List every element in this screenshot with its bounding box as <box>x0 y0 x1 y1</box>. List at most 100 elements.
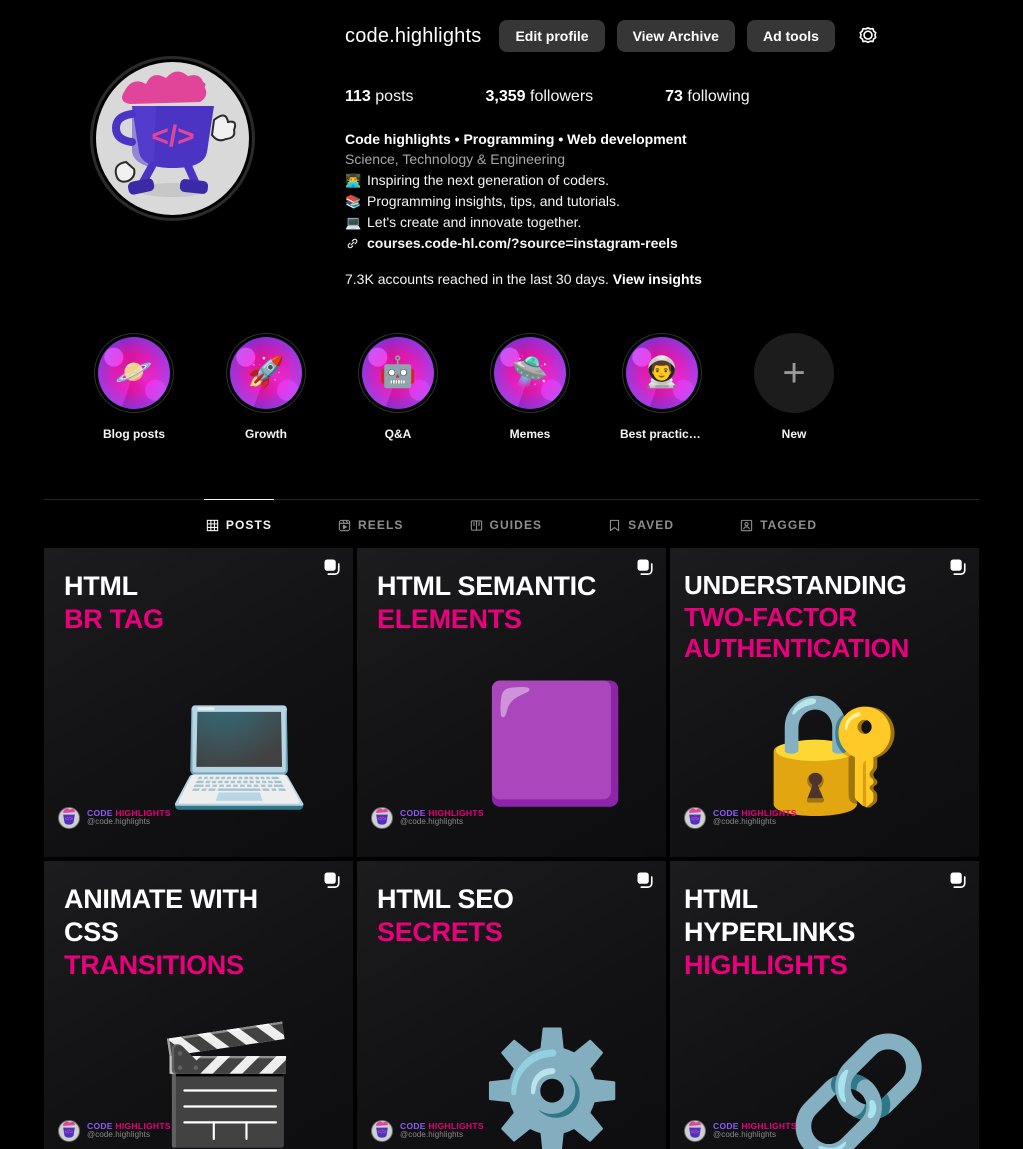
highlight-ring: 👨‍🚀 <box>622 333 702 413</box>
watermark-avatar: </> <box>684 1120 706 1142</box>
highlight-cover: 🛸 <box>494 337 566 409</box>
post-title-pink: HIGHLIGHTS <box>684 949 848 980</box>
username-and-actions-row: code.highlights Edit profile View Archiv… <box>345 18 1003 54</box>
bio-line-text: Let's create and innovate together. <box>367 214 582 230</box>
post-tile[interactable]: HTML BR TAG 💻 </> CODE HIGHLIGHTS @code.… <box>44 548 353 857</box>
following-count[interactable]: 73 following <box>665 88 750 106</box>
post-tile[interactable]: HTML SEO SECRETS ⚙️ </> CODE HIGHLIGHTS … <box>357 861 666 1149</box>
post-artwork: 🎬 <box>155 1020 299 1149</box>
profile-bio: Code highlights • Programming • Web deve… <box>345 130 1003 253</box>
svg-text:</>: </> <box>65 817 74 823</box>
tab-posts[interactable]: POSTS <box>203 499 275 548</box>
coder-emoji-icon: 👨‍💻 <box>345 173 362 188</box>
plus-icon[interactable]: + <box>754 333 834 413</box>
highlight-cover: 🤖 <box>362 337 434 409</box>
tagged-icon <box>740 519 753 532</box>
svg-text:</>: </> <box>691 1130 700 1136</box>
highlight-qa[interactable]: 🤖 Q&A <box>356 333 440 441</box>
post-artwork: 🔗 <box>787 1033 931 1149</box>
bio-line-text: Inspiring the next generation of coders. <box>367 172 610 188</box>
grid-icon <box>206 519 219 532</box>
laptop-emoji-icon: 💻 <box>345 215 362 230</box>
insights-row: 7.3K accounts reached in the last 30 day… <box>345 271 1003 287</box>
bio-link-text[interactable]: courses.code-hl.com/?source=instagram-re… <box>367 234 678 253</box>
profile-avatar[interactable]: </> <box>90 56 255 221</box>
highlight-cover: 🚀 <box>230 337 302 409</box>
profile-info-column: code.highlights Edit profile View Archiv… <box>345 18 1023 287</box>
highlight-new[interactable]: + New <box>752 333 836 441</box>
highlight-ring: 🛸 <box>490 333 570 413</box>
post-title-white: HTML SEMANTIC <box>377 571 597 601</box>
view-archive-button[interactable]: View Archive <box>616 20 735 52</box>
link-icon <box>345 234 360 250</box>
posts-count-label: posts <box>375 88 414 105</box>
tab-guides[interactable]: GUIDES <box>468 499 545 548</box>
watermark-text: CODE HIGHLIGHTS @code.highlights <box>87 809 171 827</box>
watermark-avatar: </> <box>371 807 393 829</box>
bio-display-name: Code highlights • Programming • Web deve… <box>345 131 687 147</box>
ad-tools-button[interactable]: Ad tools <box>746 20 835 52</box>
edit-profile-button[interactable]: Edit profile <box>499 20 605 52</box>
svg-text:</>: </> <box>378 1130 387 1136</box>
post-tile[interactable]: UNDERSTANDING TWO-FACTOR AUTHENTICATION … <box>670 548 979 857</box>
tab-reels[interactable]: REELS <box>336 499 406 548</box>
highlight-memes[interactable]: 🛸 Memes <box>488 333 572 441</box>
highlight-label: Blog posts <box>103 427 165 441</box>
post-watermark: </> CODE HIGHLIGHTS @code.highlights <box>371 1120 484 1142</box>
post-title-white: UNDERSTANDING <box>684 570 907 600</box>
post-tile[interactable]: HTML HYPERLINKS HIGHLIGHTS 🔗 </> CODE HI… <box>670 861 979 1149</box>
profile-header: </> code.highlights Edit profile View Ar… <box>0 0 1023 287</box>
post-tile[interactable]: ANIMATE WITH CSS TRANSITIONS 🎬 </> CODE … <box>44 861 353 1149</box>
highlight-blog-posts[interactable]: 🪐 Blog posts <box>92 333 176 441</box>
watermark-avatar: </> <box>371 1120 393 1142</box>
bio-category: Science, Technology & Engineering <box>345 151 566 167</box>
highlight-ring: 🪐 <box>94 333 174 413</box>
post-title-pink: TRANSITIONS <box>64 949 244 980</box>
post-title-pink: BR TAG <box>64 603 164 634</box>
highlight-cover: 🪐 <box>98 337 170 409</box>
following-count-label: following <box>687 88 750 105</box>
watermark-avatar: </> <box>58 807 80 829</box>
post-title-white: HTML <box>684 884 758 914</box>
watermark-text: CODE HIGHLIGHTS @code.highlights <box>713 809 797 827</box>
post-title: HTML SEMANTIC ELEMENTS <box>377 570 650 636</box>
profile-stats: 113 posts 3,359 followers 73 following <box>345 88 1003 106</box>
guides-icon <box>470 519 483 532</box>
svg-text:</>: </> <box>65 1130 74 1136</box>
post-tile[interactable]: HTML SEMANTIC ELEMENTS 🟪 </> CODE HIGHLI… <box>357 548 666 857</box>
tab-saved[interactable]: SAVED <box>606 499 676 548</box>
tab-tagged[interactable]: TAGGED <box>738 499 819 548</box>
watermark-text: CODE HIGHLIGHTS @code.highlights <box>87 1122 171 1140</box>
post-title-white-2: CSS <box>64 916 119 947</box>
highlight-ring: 🚀 <box>226 333 306 413</box>
svg-text:</>: </> <box>151 120 194 153</box>
story-highlights-row: 🪐 Blog posts 🚀 Growth 🤖 Q&A <box>0 333 1023 441</box>
bio-link-row[interactable]: courses.code-hl.com/?source=instagram-re… <box>345 234 1003 253</box>
svg-text:</>: </> <box>691 817 700 823</box>
followers-count[interactable]: 3,359 followers <box>486 88 594 106</box>
post-title-white: ANIMATE WITH <box>64 884 258 914</box>
tab-label: POSTS <box>225 518 273 532</box>
tab-label: GUIDES <box>489 518 543 532</box>
post-title-white: HTML <box>64 571 138 601</box>
post-artwork: 🔐 <box>762 689 906 818</box>
watermark-text: CODE HIGHLIGHTS @code.highlights <box>400 809 484 827</box>
post-title-pink: ELEMENTS <box>377 603 522 634</box>
watermark-handle: @code.highlights <box>400 817 464 827</box>
following-count-value: 73 <box>665 88 683 105</box>
highlight-growth[interactable]: 🚀 Growth <box>224 333 308 441</box>
post-title: HTML SEO SECRETS <box>377 883 650 949</box>
view-insights-link[interactable]: View insights <box>613 271 702 287</box>
gear-icon[interactable] <box>857 25 879 47</box>
watermark-avatar: </> <box>58 1120 80 1142</box>
posts-grid: HTML BR TAG 💻 </> CODE HIGHLIGHTS @code.… <box>44 548 979 1149</box>
astronaut-icon: 👨‍🚀 <box>643 356 681 389</box>
highlight-label: Q&A <box>384 427 412 441</box>
posts-count[interactable]: 113 posts <box>345 88 414 106</box>
watermark-handle: @code.highlights <box>87 817 151 827</box>
watermark-handle: @code.highlights <box>713 1130 777 1140</box>
highlight-best-practices[interactable]: 👨‍🚀 Best practices... <box>620 333 704 441</box>
post-title-pink: SECRETS <box>377 916 503 947</box>
watermark-text: CODE HIGHLIGHTS @code.highlights <box>400 1122 484 1140</box>
rocket-icon: 🚀 <box>247 356 285 389</box>
